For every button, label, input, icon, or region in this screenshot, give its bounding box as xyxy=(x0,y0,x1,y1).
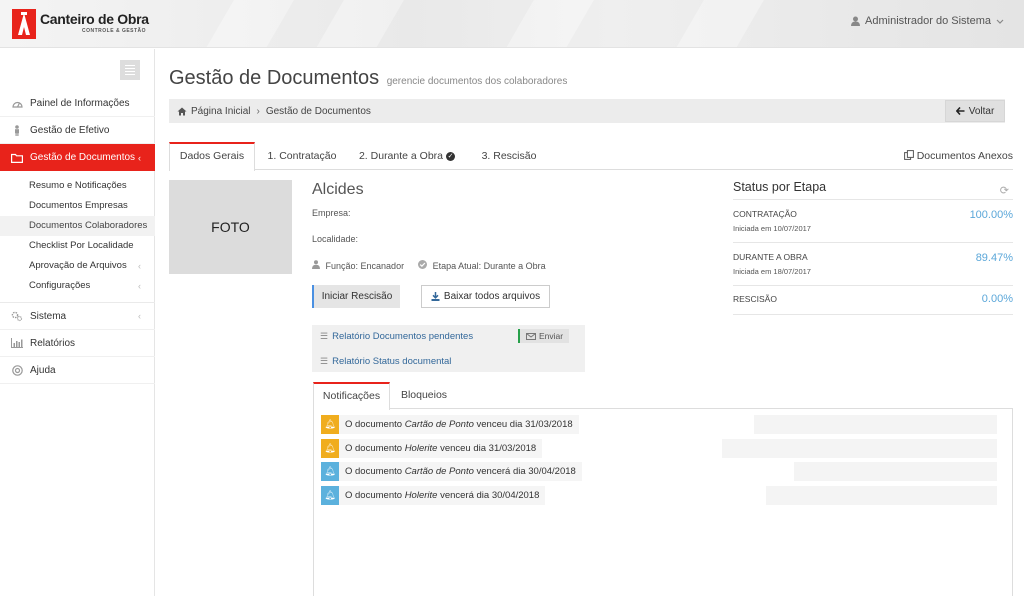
sidebar-item-label: Painel de Informações xyxy=(30,97,130,109)
download-icon xyxy=(431,292,440,301)
employee-meta: Função: Encanador Etapa Atual: Durante a… xyxy=(312,260,546,271)
user-menu[interactable]: Administrador do Sistema xyxy=(851,15,1004,27)
sidebar-subitem-colaboradores[interactable]: Documentos Colaboradores xyxy=(0,216,155,236)
list-item[interactable]: 🔔︎ O documento Holerite venceu dia 31/03… xyxy=(321,439,543,458)
sidebar-subitem-empresas[interactable]: Documentos Empresas xyxy=(0,196,155,216)
relatorio-pendentes-link[interactable]: ☰ Relatório Documentos pendentes xyxy=(320,331,473,342)
notification-panel: 🔔︎ O documento Cartão de Ponto venceu di… xyxy=(313,409,1013,596)
sidebar-item-label: Gestão de Documentos xyxy=(30,152,136,163)
sidebar-item-sistema[interactable]: Sistema ‹ xyxy=(0,303,155,330)
chevron-down-icon xyxy=(996,19,1004,24)
list-item[interactable]: 🔔︎ O documento Cartão de Ponto vencerá d… xyxy=(321,462,582,481)
folder-icon xyxy=(11,152,23,164)
breadcrumb-home-link[interactable]: Página Inicial xyxy=(191,106,250,117)
status-title: Status por Etapa xyxy=(733,177,1013,200)
employee-name: Alcides xyxy=(312,181,364,198)
refresh-icon[interactable]: ⟳ xyxy=(1000,184,1009,197)
logo[interactable]: Canteiro de Obra CONTROLE & GESTÃO xyxy=(12,9,162,39)
status-percent: 100.00% xyxy=(969,209,1013,221)
funcao-text: Função: Encanador xyxy=(325,261,405,271)
status-panel: Status por Etapa ⟳ CONTRATAÇÃO Iniciada … xyxy=(733,177,1013,315)
person-icon xyxy=(312,260,323,271)
documentos-anexos-link[interactable]: Documentos Anexos xyxy=(903,142,1013,170)
sidebar-item-label: Ajuda xyxy=(30,364,56,376)
lifebuoy-icon xyxy=(11,364,23,376)
logo-icon xyxy=(12,9,36,39)
page-subtitle: gerencie documentos dos colaboradores xyxy=(386,76,568,87)
list-icon: ☰ xyxy=(320,331,329,341)
sidebar-nav: Painel de Informações Gestão de Efetivo … xyxy=(0,90,155,384)
list-icon: ☰ xyxy=(320,356,329,366)
bell-icon: 🔔︎ xyxy=(321,462,339,481)
bell-icon: 🔔︎ xyxy=(321,439,339,458)
status-row: RESCISÃO 0.00% xyxy=(733,286,1013,315)
sidebar: Painel de Informações Gestão de Efetivo … xyxy=(0,49,155,596)
logo-name: Canteiro de Obra xyxy=(40,11,149,27)
bar-chart-icon xyxy=(11,337,23,349)
status-percent: 0.00% xyxy=(981,293,1013,305)
localidade-label: Localidade: xyxy=(312,234,359,244)
back-button[interactable]: Voltar xyxy=(945,100,1005,122)
home-icon xyxy=(177,107,187,115)
chevron-left-icon: ‹ xyxy=(138,261,141,271)
sidebar-item-label: Sistema xyxy=(30,310,67,322)
sidebar-subitem-aprovacao[interactable]: Aprovação de Arquivos ‹ xyxy=(0,256,155,276)
dashboard-icon xyxy=(11,97,23,109)
relatorio-status-link[interactable]: ☰ Relatório Status documental xyxy=(320,356,451,367)
sidebar-item-efetivo[interactable]: Gestão de Efetivo xyxy=(0,117,155,144)
person-icon xyxy=(11,124,23,136)
gears-icon xyxy=(11,310,23,322)
logo-tagline: CONTROLE & GESTÃO xyxy=(82,28,147,34)
sidebar-item-label: Gestão de Efetivo xyxy=(30,124,110,136)
list-item[interactable]: 🔔︎ O documento Holerite vencerá dia 30/0… xyxy=(321,486,546,505)
check-circle-icon: ✓ xyxy=(446,151,456,161)
page-title: Gestão de Documentos gerencie documentos… xyxy=(169,67,568,89)
sidebar-subitem-resumo[interactable]: Resumo e Notificações xyxy=(0,176,155,196)
user-icon xyxy=(851,16,861,26)
chevron-left-icon: ‹ xyxy=(138,281,141,291)
notification-tabs: Notificações Bloqueios xyxy=(313,382,1013,410)
sidebar-submenu: Resumo e Notificações Documentos Empresa… xyxy=(0,171,155,303)
check-circle-icon xyxy=(418,260,430,271)
enviar-button[interactable]: Enviar xyxy=(518,329,570,343)
sidebar-item-painel[interactable]: Painel de Informações xyxy=(0,90,155,117)
copy-icon xyxy=(903,150,914,160)
envelope-icon xyxy=(526,332,536,340)
tab-durante-obra[interactable]: 2. Durante a Obra ✓ xyxy=(351,142,463,170)
list-item[interactable]: 🔔︎ O documento Cartão de Ponto venceu di… xyxy=(321,415,579,434)
tab-contratacao[interactable]: 1. Contratação xyxy=(259,142,345,170)
bell-icon: 🔔︎ xyxy=(321,486,339,505)
chevron-left-icon: ‹ xyxy=(138,311,141,321)
sidebar-subitem-configuracoes[interactable]: Configurações ‹ xyxy=(0,276,155,296)
sidebar-item-documentos[interactable]: Gestão de Documentos ‹ xyxy=(0,144,155,171)
tab-dados-gerais[interactable]: Dados Gerais xyxy=(169,142,255,171)
sidebar-item-ajuda[interactable]: Ajuda xyxy=(0,357,155,384)
top-bar: Canteiro de Obra CONTROLE & GESTÃO Admin… xyxy=(0,0,1024,48)
empresa-label: Empresa: xyxy=(312,208,351,218)
bell-icon: 🔔︎ xyxy=(321,415,339,434)
etapa-text: Etapa Atual: Durante a Obra xyxy=(432,261,546,271)
iniciar-rescisao-button[interactable]: Iniciar Rescisão xyxy=(312,285,400,308)
sidebar-item-label: Relatórios xyxy=(30,337,76,349)
sidebar-subitem-checklist[interactable]: Checklist Por Localidade xyxy=(0,236,155,256)
status-percent: 89.47% xyxy=(975,252,1013,264)
chevron-left-icon: ‹ xyxy=(138,152,141,163)
sidebar-item-relatorios[interactable]: Relatórios xyxy=(0,330,155,357)
status-row: CONTRATAÇÃO Iniciada em 10/07/2017 100.0… xyxy=(733,200,1013,243)
status-row: DURANTE A OBRA Iniciada em 18/07/2017 89… xyxy=(733,243,1013,286)
arrow-left-icon xyxy=(955,107,965,115)
reports-box: ☰ Relatório Documentos pendentes Enviar … xyxy=(312,325,585,372)
tab-bloqueios[interactable]: Bloqueios xyxy=(393,382,455,409)
main-tabs: Dados Gerais 1. Contratação 2. Durante a… xyxy=(169,142,1013,171)
breadcrumb-separator: › xyxy=(256,105,260,117)
sidebar-toggle-button[interactable] xyxy=(120,60,140,80)
tab-notificacoes[interactable]: Notificações xyxy=(313,382,390,410)
baixar-arquivos-button[interactable]: Baixar todos arquivos xyxy=(421,285,550,308)
user-name: Administrador do Sistema xyxy=(865,15,991,27)
breadcrumb: Página Inicial › Gestão de Documentos Vo… xyxy=(169,99,1005,123)
profile-photo-placeholder: FOTO xyxy=(169,180,292,274)
tab-rescisao[interactable]: 3. Rescisão xyxy=(474,142,544,170)
breadcrumb-current: Gestão de Documentos xyxy=(265,105,371,117)
main-content: Gestão de Documentos gerencie documentos… xyxy=(156,49,1024,596)
